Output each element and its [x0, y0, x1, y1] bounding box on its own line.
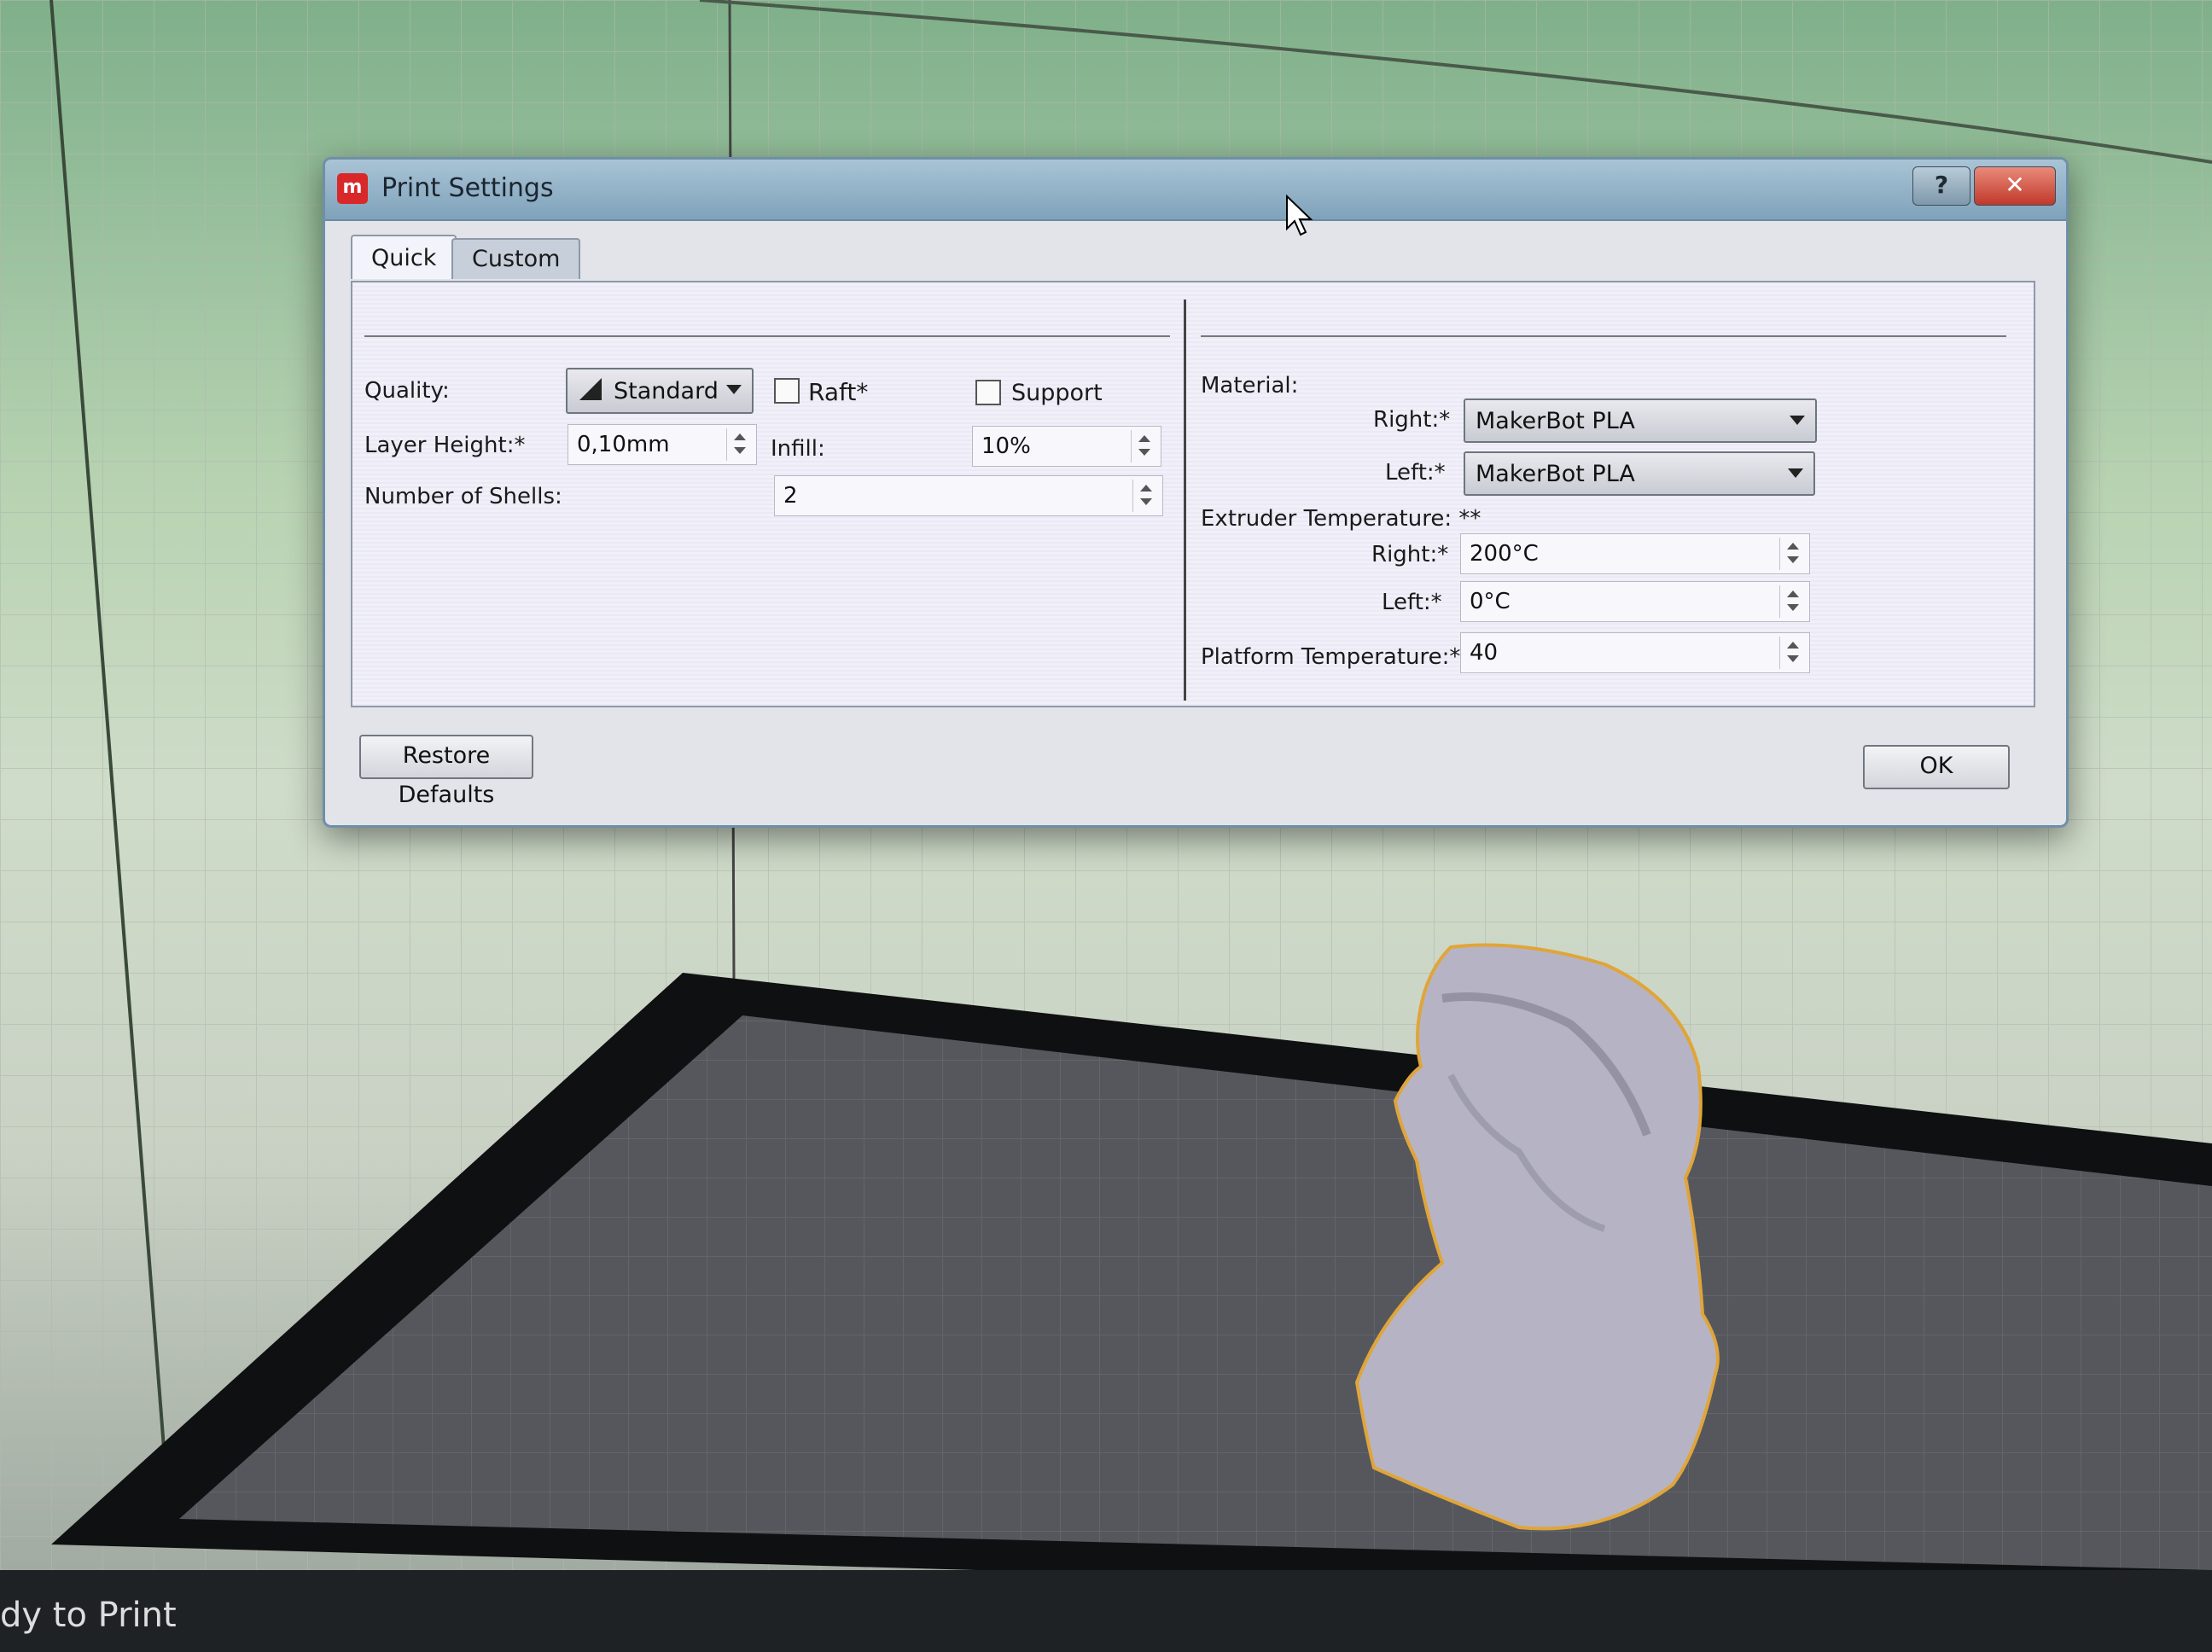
layer-height-value: 0,10mm	[577, 432, 670, 457]
dialog-title: Print Settings	[381, 173, 554, 203]
shells-value: 2	[783, 483, 798, 509]
arrow-down-icon	[1138, 449, 1150, 456]
ok-button[interactable]: OK	[1863, 745, 2010, 789]
extruder-temperature-heading: Extruder Temperature: **	[1201, 506, 1481, 532]
platform-temperature-label: Platform Temperature:*	[1201, 644, 1461, 670]
quality-dropdown[interactable]: Standard	[566, 368, 754, 414]
print-settings-dialog: m Print Settings ? ✕ Quick Custom Qualit…	[323, 157, 2069, 828]
raft-checkbox[interactable]	[774, 378, 800, 404]
help-button[interactable]: ?	[1912, 166, 1970, 206]
spin-arrows[interactable]	[726, 428, 753, 461]
extruder-right-label: Right:*	[1371, 542, 1449, 567]
arrow-up-icon	[1787, 543, 1799, 550]
spin-arrows[interactable]	[1779, 538, 1806, 570]
arrow-down-icon	[1787, 604, 1799, 611]
spin-arrows[interactable]	[1131, 430, 1157, 462]
layer-height-label: Layer Height:*	[364, 433, 526, 458]
extruder-left-label: Left:*	[1382, 590, 1442, 615]
dialog-titlebar[interactable]: m Print Settings ? ✕	[325, 160, 2066, 221]
material-right-label: Right:*	[1373, 407, 1451, 433]
chevron-down-icon	[726, 385, 742, 394]
spin-arrows[interactable]	[1132, 480, 1159, 512]
material-left-dropdown[interactable]: MakerBot PLA	[1464, 451, 1815, 496]
layer-height-spinbox[interactable]: 0,10mm	[568, 424, 757, 465]
close-button[interactable]: ✕	[1974, 166, 2056, 206]
shells-label: Number of Shells:	[364, 484, 562, 509]
arrow-down-icon	[1787, 556, 1799, 563]
makerbot-app-icon: m	[337, 173, 368, 204]
mouse-cursor-icon	[1285, 194, 1314, 241]
chevron-down-icon	[1790, 416, 1805, 425]
quality-label: Quality:	[364, 378, 450, 404]
infill-spinbox[interactable]: 10%	[972, 426, 1161, 467]
arrow-up-icon	[1787, 642, 1799, 649]
material-right-dropdown[interactable]: MakerBot PLA	[1464, 398, 1817, 443]
spin-arrows[interactable]	[1779, 585, 1806, 618]
status-text: dy to Print	[0, 1596, 177, 1635]
separator	[1201, 335, 2006, 337]
arrow-up-icon	[734, 433, 746, 440]
infill-label: Infill:	[771, 436, 825, 462]
shells-spinbox[interactable]: 2	[774, 475, 1163, 516]
extruder-right-spinbox[interactable]: 200°C	[1460, 533, 1810, 574]
arrow-down-icon	[1140, 498, 1152, 505]
material-heading: Material:	[1201, 373, 1299, 398]
tab-custom[interactable]: Custom	[451, 238, 581, 279]
tab-quick[interactable]: Quick	[351, 235, 457, 279]
separator	[364, 335, 1170, 337]
material-right-value: MakerBot PLA	[1476, 408, 1635, 434]
material-left-value: MakerBot PLA	[1476, 461, 1635, 487]
column-divider	[1184, 300, 1186, 701]
arrow-down-icon	[734, 447, 746, 454]
arrow-up-icon	[1140, 485, 1152, 492]
restore-defaults-button[interactable]: Restore Defaults	[359, 735, 533, 808]
material-left-label: Left:*	[1385, 460, 1446, 486]
platform-temperature-spinbox[interactable]: 40	[1460, 632, 1810, 673]
arrow-up-icon	[1787, 590, 1799, 597]
quality-bars-icon	[579, 378, 602, 400]
spin-arrows[interactable]	[1779, 637, 1806, 669]
arrow-up-icon	[1138, 435, 1150, 442]
platform-temperature-value: 40	[1470, 640, 1499, 666]
support-checkbox[interactable]	[975, 380, 1001, 405]
quality-value: Standard	[614, 378, 719, 404]
chevron-down-icon	[1788, 468, 1803, 478]
extruder-left-value: 0°C	[1470, 589, 1511, 614]
infill-value: 10%	[981, 433, 1031, 459]
arrow-down-icon	[1787, 655, 1799, 662]
extruder-right-value: 200°C	[1470, 541, 1539, 567]
raft-label: Raft*	[808, 378, 869, 406]
status-bar	[0, 1570, 2212, 1652]
support-label: Support	[1011, 380, 1103, 406]
extruder-left-spinbox[interactable]: 0°C	[1460, 581, 1810, 622]
quick-settings-panel: Quality: Standard Raft* Support Layer He…	[351, 281, 2035, 707]
